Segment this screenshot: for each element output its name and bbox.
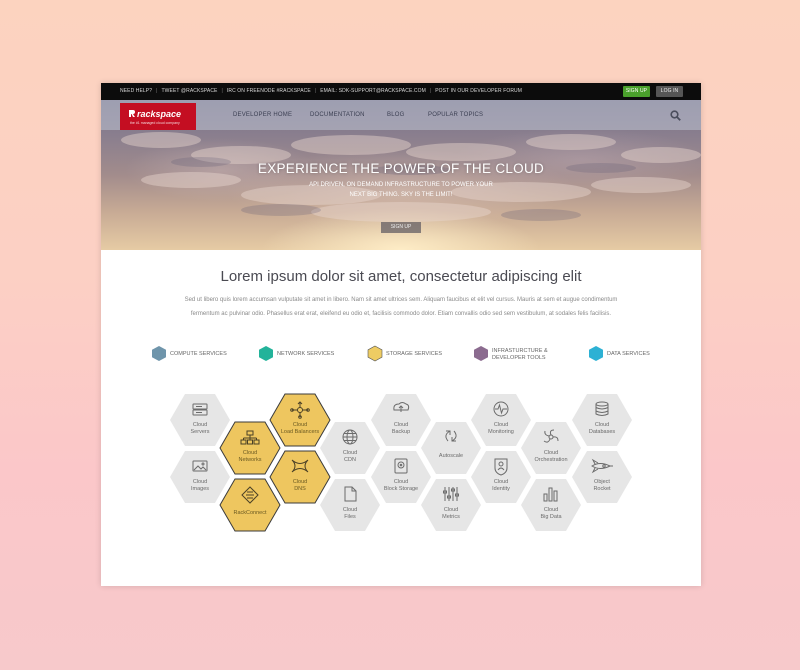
service-hex-autoscale[interactable]: Autoscale bbox=[421, 422, 481, 474]
hex-label: Cloud Backup bbox=[392, 422, 410, 435]
hex-shape bbox=[521, 479, 581, 531]
hex-label: RackConnect bbox=[233, 510, 266, 516]
hex-label: Cloud Metrics bbox=[442, 507, 460, 520]
hex-label: Autoscale bbox=[439, 453, 463, 459]
service-hex-cloud-images[interactable]: Cloud Images bbox=[170, 451, 230, 503]
hex-shape bbox=[269, 450, 331, 504]
page: NEED HELP? | TWEET @RACKSPACE | IRC ON FREEN… bbox=[101, 83, 701, 586]
hex-shape bbox=[170, 451, 230, 503]
hex-shape bbox=[421, 479, 481, 531]
service-hex-cloud-databases[interactable]: Cloud Databases bbox=[572, 394, 632, 446]
service-hex-cloud-orchestration[interactable]: Cloud Orchestration bbox=[521, 422, 581, 474]
hex-label: Object Rocket bbox=[593, 479, 611, 492]
service-hex-cloud-servers[interactable]: Cloud Servers bbox=[170, 394, 230, 446]
hex-label: Cloud Images bbox=[191, 479, 209, 492]
hex-label: Cloud Files bbox=[343, 507, 357, 520]
hex-label: Cloud CDN bbox=[343, 450, 357, 463]
service-hex-cloud-monitoring[interactable]: Cloud Monitoring bbox=[471, 394, 531, 446]
service-hex-cloud-backup[interactable]: Cloud Backup bbox=[371, 394, 431, 446]
service-hex-cloud-load-balancers[interactable]: Cloud Load Balancers bbox=[269, 393, 331, 447]
service-hex-cloud-cdn[interactable]: Cloud CDN bbox=[320, 422, 380, 474]
service-hex-cloud-metrics[interactable]: Cloud Metrics bbox=[421, 479, 481, 531]
service-hex-object-rocket[interactable]: Object Rocket bbox=[572, 451, 632, 503]
hex-shape bbox=[371, 394, 431, 446]
service-hex-cloud-big-data[interactable]: Cloud Big Data bbox=[521, 479, 581, 531]
hex-shape bbox=[219, 421, 281, 475]
service-hex-rackconnect[interactable]: RackConnect bbox=[219, 478, 281, 532]
hex-shape bbox=[421, 422, 481, 474]
hex-label: Cloud Identity bbox=[492, 479, 510, 492]
hex-shape bbox=[572, 451, 632, 503]
services-hex-grid: Cloud Servers Cloud Images Cloud Networks Rack… bbox=[170, 393, 632, 532]
service-hex-cloud-networks[interactable]: Cloud Networks bbox=[219, 421, 281, 475]
service-hex-cloud-block-storage[interactable]: Cloud Block Storage bbox=[371, 451, 431, 503]
service-hex-cloud-dns[interactable]: Cloud DNS bbox=[269, 450, 331, 504]
service-hex-cloud-files[interactable]: Cloud Files bbox=[320, 479, 380, 531]
hex-shape bbox=[170, 394, 230, 446]
service-hex-cloud-identity[interactable]: Cloud Identity bbox=[471, 451, 531, 503]
hex-shape bbox=[521, 422, 581, 474]
hex-label: Cloud Servers bbox=[191, 422, 210, 435]
hex-label: Cloud DNS bbox=[293, 479, 307, 492]
